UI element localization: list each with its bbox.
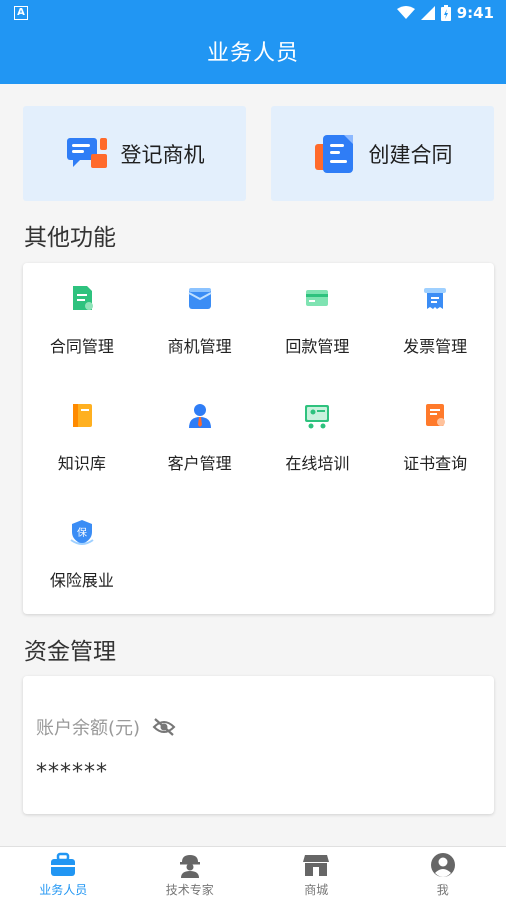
nav-store[interactable]: 商城	[253, 847, 380, 900]
funds-title: 资金管理	[24, 639, 116, 665]
other-functions-card: 合同管理 商机管理 回款管理 发票管理 知识库 客户管理 在线培训 证书查询 保…	[23, 263, 494, 614]
status-bar: A 9:41	[0, 0, 506, 26]
bottom-nav: 业务人员 技术专家 商城 我	[0, 846, 506, 900]
balance-value: ******	[36, 760, 108, 785]
nav-sales-staff[interactable]: 业务人员	[0, 847, 127, 900]
payment-management-label: 回款管理	[285, 337, 350, 356]
nav-me[interactable]: 我	[380, 847, 506, 900]
invoice-management-label: 发票管理	[403, 337, 468, 356]
online-training-label: 在线培训	[285, 454, 350, 473]
page-title: 业务人员	[206, 41, 299, 66]
book-icon	[72, 404, 92, 427]
opportunity-management-item[interactable]: 商机管理	[141, 263, 259, 380]
contract-icon	[72, 286, 93, 310]
contract-create-icon	[314, 134, 353, 173]
register-opportunity-button[interactable]: 登记商机	[23, 106, 246, 201]
online-training-item[interactable]: 在线培训	[259, 380, 377, 497]
other-functions-title: 其他功能	[24, 225, 116, 251]
certificate-query-item[interactable]: 证书查询	[376, 380, 494, 497]
payment-icon	[306, 290, 329, 306]
knowledge-base-label: 知识库	[57, 454, 106, 473]
invoice-icon	[424, 288, 447, 309]
contract-management-label: 合同管理	[49, 337, 114, 356]
eye-off-icon[interactable]	[152, 717, 176, 737]
balance-label: 账户余额(元)	[36, 718, 141, 739]
app-bar: A 9:41 业务人员	[0, 0, 506, 84]
quick-actions: 登记商机 创建合同	[23, 106, 494, 201]
nav-tech-expert-label: 技术专家	[165, 883, 214, 897]
customer-management-label: 客户管理	[167, 454, 232, 473]
insurance-business-item[interactable]: 保 保险展业	[23, 497, 141, 614]
clock: 9:41	[456, 4, 494, 22]
nav-me-label: 我	[436, 883, 449, 897]
briefcase-icon	[51, 852, 76, 876]
battery-icon	[440, 5, 451, 21]
payment-management-item[interactable]: 回款管理	[259, 263, 377, 380]
svg-text:保: 保	[77, 526, 87, 539]
training-icon	[305, 405, 330, 429]
engineer-icon	[179, 855, 200, 878]
nav-tech-expert[interactable]: 技术专家	[127, 847, 254, 900]
create-contract-button[interactable]: 创建合同	[271, 106, 494, 201]
certificate-icon	[426, 404, 446, 426]
chat-register-icon	[66, 137, 107, 168]
knowledge-base-item[interactable]: 知识库	[23, 380, 141, 497]
nav-sales-staff-label: 业务人员	[39, 883, 88, 897]
contract-management-item[interactable]: 合同管理	[23, 263, 141, 380]
funds-card: 账户余额(元) ******	[23, 676, 494, 814]
profile-icon	[430, 853, 455, 877]
customer-icon	[188, 404, 211, 428]
store-icon	[303, 855, 330, 876]
customer-management-item[interactable]: 客户管理	[141, 380, 259, 497]
opportunity-icon	[188, 288, 212, 309]
signal-icon	[420, 6, 435, 20]
notification-icon: A	[14, 6, 28, 20]
nav-store-label: 商城	[304, 883, 329, 897]
wifi-icon	[396, 6, 415, 19]
insurance-business-label: 保险展业	[49, 571, 114, 590]
create-contract-label: 创建合同	[368, 142, 453, 167]
insurance-icon: 保	[70, 520, 94, 545]
certificate-query-label: 证书查询	[403, 454, 468, 473]
opportunity-management-label: 商机管理	[167, 337, 232, 356]
register-opportunity-label: 登记商机	[120, 142, 205, 167]
invoice-management-item[interactable]: 发票管理	[376, 263, 494, 380]
